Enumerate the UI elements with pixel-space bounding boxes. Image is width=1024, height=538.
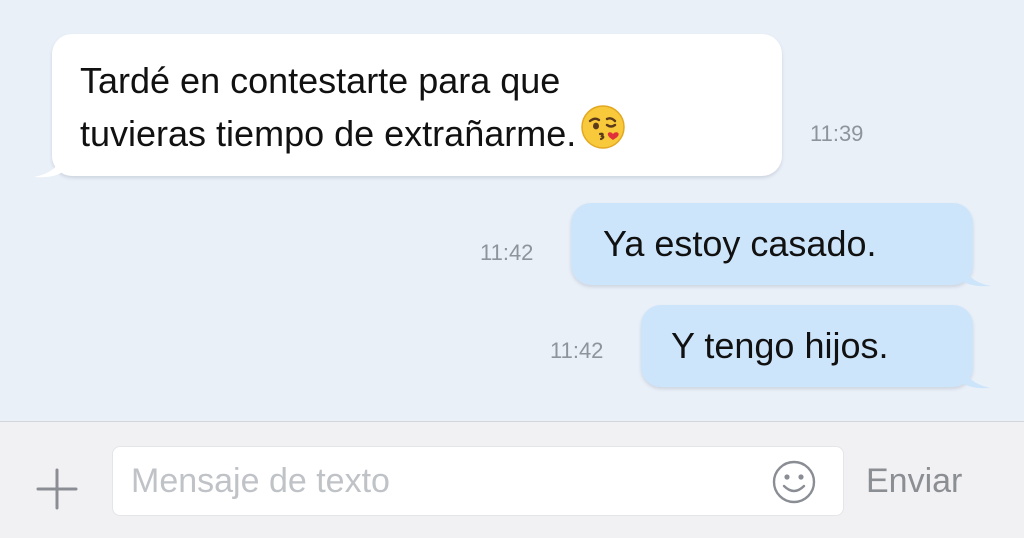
message-text: Ya estoy casado.: [603, 223, 877, 264]
outgoing-message-bubble: Ya estoy casado.: [571, 203, 991, 287]
chat-area: Tardé en contestarte para que tuvieras t…: [0, 0, 1024, 421]
bubble-tail: [963, 365, 991, 389]
incoming-message-bubble: Tardé en contestarte para que tuvieras t…: [34, 34, 782, 178]
send-button[interactable]: Enviar: [866, 462, 962, 501]
smiley-icon[interactable]: [771, 459, 817, 505]
message-text-line: Tardé en contestarte para que: [80, 60, 561, 101]
message-timestamp: 11:39: [810, 121, 864, 146]
message-text-line: tuvieras tiempo de extrañarme.: [80, 104, 782, 157]
message-text: Y tengo hijos.: [671, 325, 889, 366]
bubble-tail: [34, 154, 62, 178]
message-input[interactable]: [131, 447, 771, 515]
plus-icon[interactable]: [34, 466, 80, 512]
message-text-field[interactable]: [112, 446, 844, 516]
kissing-face-with-heart-icon: [581, 105, 625, 149]
message-input-bar: Enviar: [0, 421, 1024, 538]
message-timestamp: 11:42: [550, 338, 604, 363]
outgoing-message-bubble: Y tengo hijos.: [641, 305, 991, 389]
bubble-tail: [963, 263, 991, 287]
message-timestamp: 11:42: [480, 240, 534, 265]
